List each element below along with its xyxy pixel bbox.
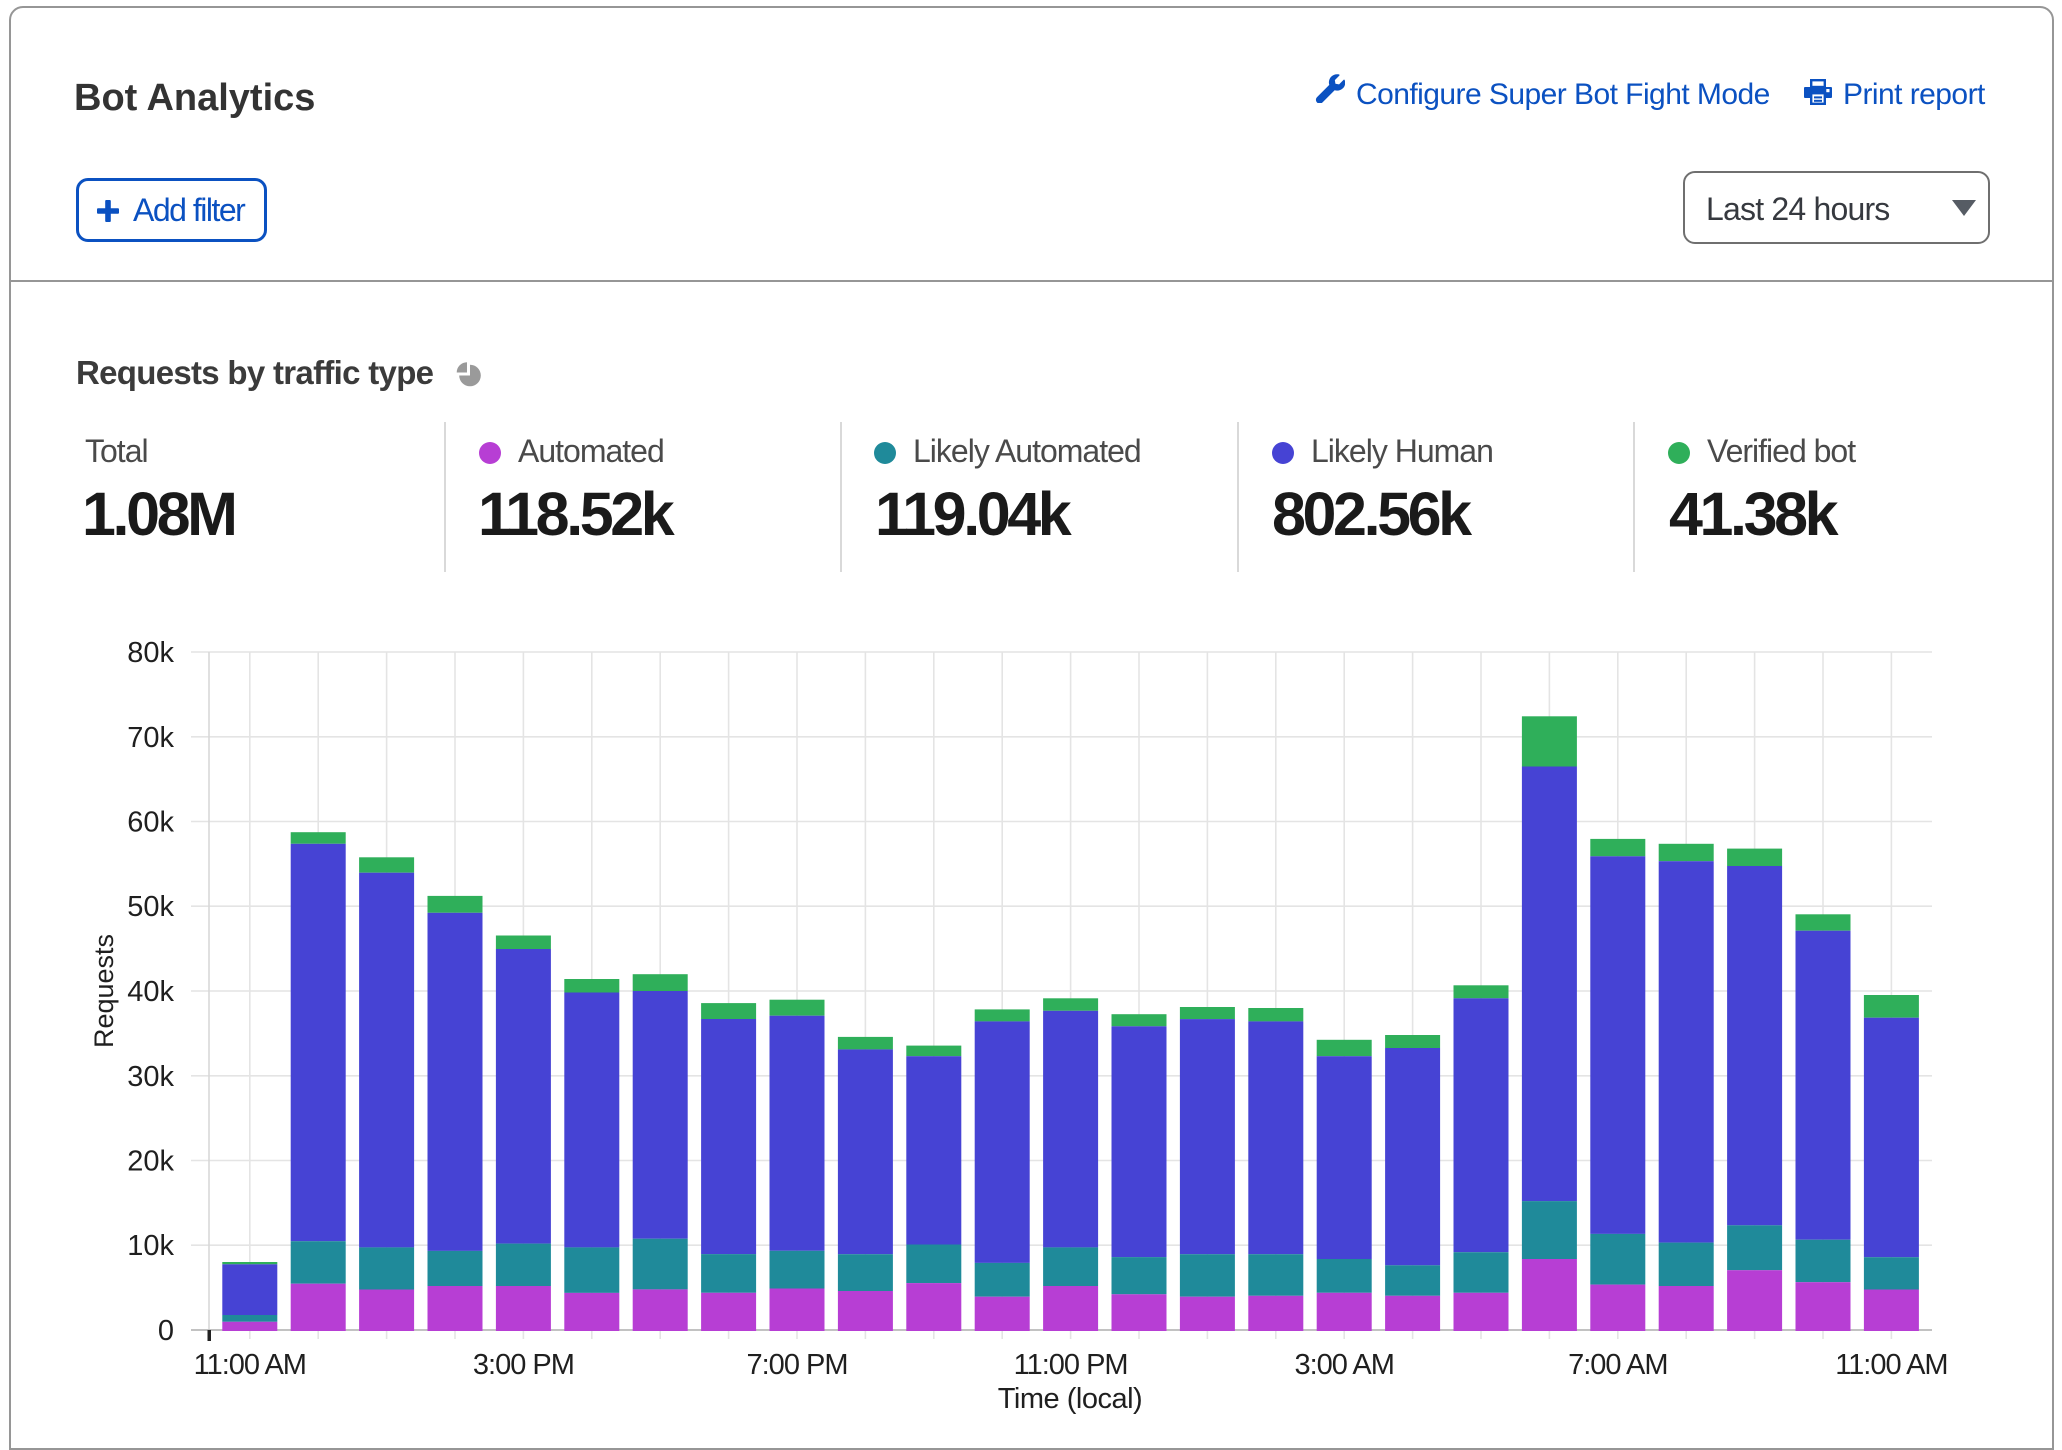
svg-text:30k: 30k bbox=[127, 1061, 174, 1093]
svg-text:70k: 70k bbox=[127, 722, 174, 754]
svg-text:11:00 PM: 11:00 PM bbox=[1014, 1349, 1128, 1381]
svg-text:60k: 60k bbox=[127, 807, 174, 839]
svg-text:10k: 10k bbox=[127, 1230, 174, 1262]
svg-text:11:00 AM: 11:00 AM bbox=[1835, 1349, 1947, 1381]
svg-text:7:00 PM: 7:00 PM bbox=[747, 1349, 848, 1381]
svg-text:Time (local): Time (local) bbox=[998, 1383, 1142, 1415]
svg-text:50k: 50k bbox=[127, 891, 174, 923]
svg-text:3:00 AM: 3:00 AM bbox=[1294, 1349, 1393, 1381]
svg-text:3:00 PM: 3:00 PM bbox=[473, 1349, 574, 1381]
svg-text:Requests: Requests bbox=[89, 934, 119, 1048]
svg-text:0: 0 bbox=[158, 1315, 174, 1347]
svg-text:80k: 80k bbox=[127, 637, 174, 669]
svg-text:11:00 AM: 11:00 AM bbox=[194, 1349, 306, 1381]
svg-text:7:00 AM: 7:00 AM bbox=[1568, 1349, 1667, 1381]
svg-text:40k: 40k bbox=[127, 976, 174, 1008]
svg-text:20k: 20k bbox=[127, 1146, 174, 1178]
